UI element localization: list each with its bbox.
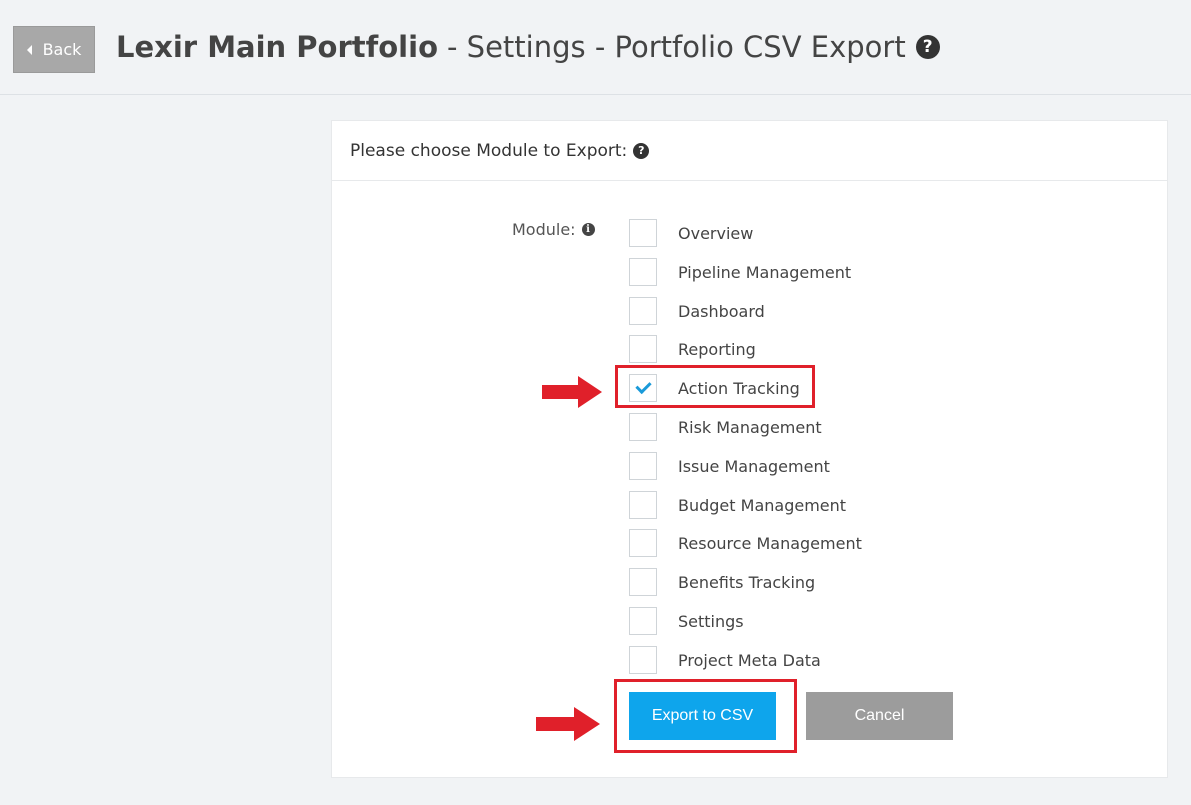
highlight-box-action-tracking [615, 365, 815, 408]
module-checkbox[interactable] [629, 529, 657, 557]
export-card: Please choose Module to Export: ? Module… [331, 120, 1168, 778]
module-option[interactable]: Benefits Tracking [629, 567, 815, 597]
module-option[interactable]: Reporting [629, 334, 756, 364]
module-option[interactable]: Budget Management [629, 490, 846, 520]
page-header: Back Lexir Main Portfolio - Settings - P… [0, 0, 1191, 95]
module-option-label: Benefits Tracking [678, 572, 816, 592]
module-checkbox[interactable] [629, 413, 657, 441]
red-arrow-icon [542, 376, 602, 408]
module-checkbox[interactable] [629, 258, 657, 286]
export-to-csv-button[interactable]: Export to CSV [629, 692, 776, 740]
module-checkbox[interactable] [629, 219, 657, 247]
module-option[interactable]: Overview [629, 218, 753, 248]
module-option[interactable]: Project Meta Data [629, 645, 821, 675]
module-checkbox[interactable] [629, 607, 657, 635]
module-option[interactable]: Issue Management [629, 451, 830, 481]
module-option-label: Settings [678, 611, 744, 631]
module-option[interactable]: Dashboard [629, 296, 765, 326]
module-checkbox[interactable] [629, 335, 657, 363]
module-option-label: Overview [678, 223, 754, 243]
cancel-button[interactable]: Cancel [806, 692, 953, 740]
module-checkbox[interactable] [629, 646, 657, 674]
module-option[interactable]: Risk Management [629, 412, 822, 442]
module-checkbox[interactable] [629, 568, 657, 596]
module-checkbox[interactable] [629, 491, 657, 519]
module-option-label: Resource Management [678, 533, 862, 553]
module-option-label: Dashboard [678, 301, 765, 321]
back-button[interactable]: Back [13, 26, 95, 73]
caret-left-icon [26, 44, 32, 55]
module-checkbox[interactable] [629, 452, 657, 480]
red-arrow-icon [536, 707, 600, 741]
module-label: Module: i [512, 220, 595, 239]
module-option-label: Reporting [678, 339, 756, 359]
module-label-text: Module: [512, 220, 576, 239]
module-option-label: Issue Management [678, 456, 830, 476]
module-option-label: Project Meta Data [678, 650, 821, 670]
card-header: Please choose Module to Export: ? [332, 121, 1167, 181]
portfolio-name: Lexir Main Portfolio [116, 30, 438, 64]
question-circle-icon[interactable]: ? [633, 142, 650, 159]
module-option-label: Budget Management [678, 495, 847, 515]
module-option[interactable]: Resource Management [629, 528, 862, 558]
page-title: Lexir Main Portfolio - Settings - Portfo… [116, 27, 940, 67]
module-checkbox[interactable] [629, 297, 657, 325]
question-circle-icon[interactable]: ? [915, 35, 940, 59]
back-button-label: Back [42, 40, 82, 59]
card-heading: Please choose Module to Export: [350, 140, 628, 161]
module-option[interactable]: Settings [629, 606, 744, 636]
page-subtitle: - Settings - Portfolio CSV Export [447, 30, 906, 64]
module-option[interactable]: Pipeline Management [629, 257, 851, 287]
module-option-label: Pipeline Management [678, 262, 852, 282]
module-option-label: Risk Management [678, 417, 822, 437]
info-circle-icon[interactable]: i [581, 223, 595, 236]
